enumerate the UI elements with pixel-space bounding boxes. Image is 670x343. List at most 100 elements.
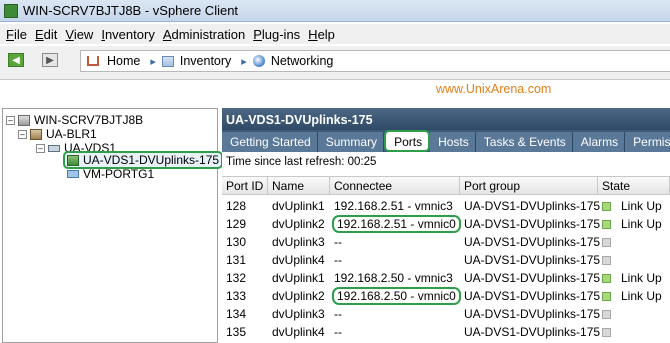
collapse-icon[interactable]: – [18,129,27,139]
tree-node-datacenter-label: UA-BLR1 [46,127,97,141]
tab-ports[interactable]: Ports [384,130,431,152]
inventory-icon [161,55,174,67]
tree-node-portgroup[interactable]: VM-PORTG1 [67,167,154,181]
vsphere-app-icon [4,3,18,18]
menu-administration[interactable]: Administration [163,27,245,42]
cell-connectee: -- [334,307,342,321]
cell-port-group: UA-DVS1-DVUplinks-175 [464,217,601,231]
inventory-tree: – WIN-SCRV7BJTJ8B – UA-BLR1 – UA-VDS1 UA… [2,108,224,343]
back-arrow-icon[interactable]: ◀ [8,53,24,67]
networking-icon [252,55,265,67]
cell-port-name: dvUplink4 [272,253,325,267]
cell-port-name: dvUplink2 [272,289,325,303]
cell-connectee: 192.168.2.50 - vmnic0 [330,287,461,305]
table-row[interactable]: 132 dvUplink1 192.168.2.50 - vmnic3 UA-DVS1… [222,269,670,287]
table-row[interactable]: 131 dvUplink4 -- UA-DVS1-DVUplinks-175 [222,251,670,269]
column-header-name[interactable]: Name [268,177,330,195]
breadcrumb-home[interactable]: Home [87,54,140,68]
cell-port-group: UA-DVS1-DVUplinks-175 [464,307,601,321]
menu-view[interactable]: View [65,27,93,42]
breadcrumb-inventory[interactable]: Inventory [161,54,231,68]
distributed-switch-icon [48,144,60,152]
table-row[interactable]: 128 dvUplink1 192.168.2.51 - vmnic3 UA-DVS1… [222,197,670,215]
breadcrumb-home-label: Home [107,54,141,68]
table-row[interactable]: 129 dvUplink2 192.168.2.51 - vmnic0 UA-DVS1… [222,215,670,233]
tab-alarms[interactable]: Alarms [572,132,626,152]
connectee-highlight: 192.168.2.51 - vmnic0 [332,215,461,233]
link-status-icon [602,274,611,283]
connectee-highlight: 192.168.2.50 - vmnic0 [332,287,461,305]
tree-node-datacenter[interactable]: – UA-BLR1 [18,127,97,141]
home-icon [87,56,99,66]
cell-port-group: UA-DVS1-DVUplinks-175 [464,235,601,249]
cell-connectee: 192.168.2.51 - vmnic0 [330,215,461,233]
collapse-icon[interactable]: – [6,115,15,125]
tab-summary[interactable]: Summary [317,132,385,152]
tree-node-vcenter[interactable]: – WIN-SCRV7BJTJ8B [6,113,143,127]
cell-state: Link Up [598,197,670,214]
cell-port-name: dvUplink3 [272,307,325,321]
tab-permissions[interactable]: Permission [625,132,670,152]
cell-port-id: 135 [226,325,247,339]
datacenter-icon [30,128,42,140]
column-header-connectee[interactable]: Connectee [330,177,460,195]
cell-state [598,305,670,322]
collapse-icon[interactable]: – [36,143,45,153]
cell-port-name: dvUplink2 [272,217,325,231]
tree-node-vcenter-label: WIN-SCRV7BJTJ8B [34,113,144,127]
column-header-port-id[interactable]: Port ID [222,177,268,195]
menu-file[interactable]: File [6,27,27,42]
cell-connectee: -- [334,253,342,267]
menu-edit[interactable]: Edit [35,27,57,42]
breadcrumb-separator-icon: ▸ [241,55,247,68]
column-header-state[interactable]: State [598,177,670,195]
cell-port-id: 132 [226,271,247,285]
tab-hosts[interactable]: Hosts [430,132,476,152]
cell-connectee: 192.168.2.51 - vmnic3 [334,199,453,213]
state-label: Link Up [621,289,662,303]
cell-port-id: 133 [226,289,247,303]
table-row[interactable]: 133 dvUplink2 192.168.2.50 - vmnic0 UA-DVS1… [222,287,670,305]
link-status-icon [602,220,611,229]
tree-node-uplinks-label: UA-VDS1-DVUplinks-175 [83,153,220,167]
cell-connectee: 192.168.2.50 - vmnic3 [334,271,453,285]
forward-arrow-icon[interactable]: ▶ [42,53,58,67]
cell-port-name: dvUplink1 [272,199,325,213]
cell-port-name: dvUplink1 [272,271,325,285]
cell-connectee: -- [334,325,342,339]
cell-port-group: UA-DVS1-DVUplinks-175 [464,253,601,267]
cell-port-id: 130 [226,235,247,249]
menu-plugins[interactable]: Plug-ins [253,27,300,42]
table-row[interactable]: 135 dvUplink4 -- UA-DVS1-DVUplinks-175 [222,323,670,341]
cell-port-id: 131 [226,253,247,267]
tab-strip: Getting Started Summary Ports Hosts Task… [222,130,670,152]
state-label: Link Up [621,217,662,231]
column-header-port-group[interactable]: Port group [460,177,598,195]
tab-getting-started[interactable]: Getting Started [222,132,318,152]
cell-port-group: UA-DVS1-DVUplinks-175 [464,289,601,303]
breadcrumb-networking[interactable]: Networking [252,54,333,68]
link-status-icon [602,310,611,319]
cell-port-id: 129 [226,217,247,231]
cell-port-id: 128 [226,199,247,213]
table-row[interactable]: 130 dvUplink3 -- UA-DVS1-DVUplinks-175 [222,233,670,251]
link-status-icon [602,328,611,337]
cell-state: Link Up [598,215,670,232]
menu-inventory[interactable]: Inventory [101,27,155,42]
cell-state [598,323,670,340]
breadcrumb-separator-icon: ▸ [150,55,156,68]
uplink-portgroup-icon [67,154,79,166]
tree-node-uplinks[interactable]: UA-VDS1-DVUplinks-175 [62,151,224,169]
cell-port-name: dvUplink4 [272,325,325,339]
tree-node-portgroup-label: VM-PORTG1 [83,167,155,181]
link-status-icon [602,292,611,301]
portgroup-icon [67,170,79,178]
table-row[interactable]: 134 dvUplink3 -- UA-DVS1-DVUplinks-175 [222,305,670,323]
link-status-icon [602,238,611,247]
refresh-status: Time since last refresh: 00:25 [226,156,377,168]
state-label: Link Up [621,199,662,213]
menu-help[interactable]: Help [308,27,335,42]
tab-tasks-events[interactable]: Tasks & Events [475,132,573,152]
window-title: WIN-SCRV7BJTJ8B - vSphere Client [23,3,239,18]
menu-bar: File Edit View Inventory Administration … [0,24,670,44]
